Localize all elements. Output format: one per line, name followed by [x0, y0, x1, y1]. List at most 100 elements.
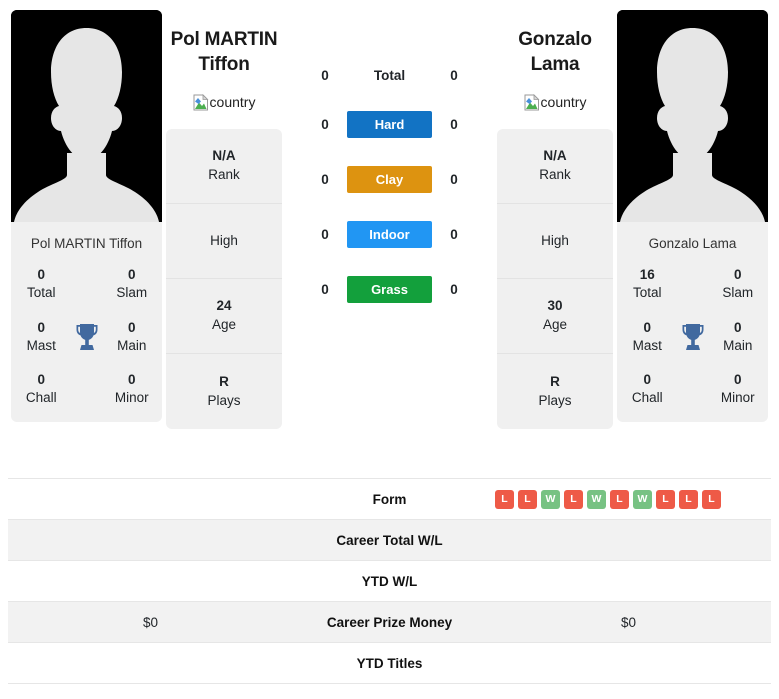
- info-row-high: High: [166, 204, 282, 280]
- country-alt-text: country: [209, 94, 256, 111]
- form-result-badge: L: [495, 489, 514, 509]
- stat-value: 0: [127, 267, 136, 283]
- left-player-photo: [11, 10, 162, 222]
- row-label-ytd-titles: YTD Titles: [293, 642, 486, 684]
- info-label: Rank: [539, 167, 571, 183]
- info-value: 24: [216, 298, 232, 314]
- stat-main: 0 Main: [714, 319, 763, 355]
- info-label: Age: [542, 317, 568, 333]
- ytd-wl-left: [8, 560, 293, 602]
- surface-badge-indoor[interactable]: Indoor: [347, 221, 432, 248]
- country-alt-text: country: [540, 94, 587, 111]
- right-player-stats-grid: 16 Total 0 Slam 0 Mast 0 Main 0 Chall 0 …: [623, 266, 762, 407]
- right-player-name: Gonzalo Lama: [518, 28, 592, 77]
- table-row-ytd-wl: YTD W/L: [8, 560, 771, 602]
- name-line-2: Tiffon: [198, 53, 250, 75]
- stat-label: Mast: [632, 337, 662, 353]
- stat-slam: 0 Slam: [108, 266, 157, 302]
- surface-right-count: 0: [450, 117, 458, 132]
- info-label: Age: [211, 317, 237, 333]
- surface-left-count: 0: [321, 282, 329, 297]
- surface-left-count: 0: [321, 172, 329, 187]
- stat-total: 0 Total: [17, 266, 66, 302]
- form-right-cell: LLWLWLWLLL: [486, 478, 771, 520]
- name-line-2: Lama: [530, 53, 580, 75]
- surface-right-count: 0: [450, 282, 458, 297]
- form-result-badge: W: [587, 489, 606, 509]
- stat-minor: 0 Minor: [714, 371, 763, 407]
- stat-value: 0: [37, 319, 45, 335]
- surface-row-indoor: 0 Indoor 0: [283, 221, 496, 248]
- info-label: High: [541, 232, 569, 248]
- prize-money-right: $0: [486, 601, 771, 643]
- info-value: N/A: [212, 148, 236, 164]
- row-label-prize-money: Career Prize Money: [293, 601, 486, 643]
- info-label: High: [210, 232, 238, 248]
- broken-image-placeholder: country: [193, 93, 256, 111]
- stat-chall: 0 Chall: [623, 371, 672, 407]
- stat-chall: 0 Chall: [17, 371, 66, 407]
- form-left-cell: [8, 478, 293, 520]
- table-row-career-total-wl: Career Total W/L: [8, 519, 771, 561]
- surface-right-count: 0: [450, 68, 458, 83]
- row-label-ytd-wl: YTD W/L: [293, 560, 486, 602]
- left-player-stats-name: Pol MARTIN Tiffon: [30, 236, 143, 251]
- stat-label: Total: [26, 285, 56, 301]
- info-label: Rank: [208, 167, 240, 183]
- stat-minor: 0 Minor: [108, 371, 157, 407]
- broken-image-icon: [193, 93, 209, 111]
- surface-right-count: 0: [450, 227, 458, 242]
- surface-row-hard: 0 Hard 0: [283, 111, 496, 138]
- surface-badge-hard[interactable]: Hard: [347, 111, 432, 138]
- surface-row-grass: 0 Grass 0: [283, 276, 496, 303]
- stat-label: Slam: [722, 285, 754, 301]
- ytd-titles-right: [486, 642, 771, 684]
- right-player-info-column: Gonzalo Lama country N/A Rank High 30 Ag…: [496, 10, 614, 430]
- surface-badge-clay[interactable]: Clay: [347, 166, 432, 193]
- surface-badge-grass[interactable]: Grass: [347, 276, 432, 303]
- stat-value: 0: [733, 372, 742, 388]
- stat-value: 0: [37, 372, 45, 388]
- table-row-ytd-titles: YTD Titles: [8, 642, 771, 684]
- stat-value: 0: [37, 267, 45, 283]
- stat-value: 0: [643, 372, 651, 388]
- stat-label: Chall: [631, 390, 663, 406]
- form-result-badge: L: [656, 489, 675, 509]
- info-value: 30: [547, 298, 563, 314]
- info-row-rank: N/A Rank: [497, 129, 613, 205]
- left-player-stats-grid: 0 Total 0 Slam 0 Mast 0 Main 0 Chall 0 M…: [17, 266, 156, 407]
- info-row-plays: R Plays: [497, 354, 613, 429]
- stat-value: 16: [639, 267, 655, 283]
- trophy-glyph: [682, 323, 703, 350]
- info-value: N/A: [543, 148, 567, 164]
- stat-label: Total: [632, 285, 662, 301]
- broken-image-placeholder: country: [524, 93, 587, 111]
- right-country-flag: country: [524, 91, 587, 113]
- right-player-info-card: N/A Rank High 30 Age R Plays: [497, 129, 613, 430]
- left-player-column: Pol MARTIN Tiffon 0 Total 0 Slam 0 Mast: [8, 10, 165, 422]
- ytd-titles-left: [8, 642, 293, 684]
- stat-label: Slam: [116, 285, 148, 301]
- stat-label: Main: [723, 337, 753, 353]
- stat-label: Chall: [25, 390, 57, 406]
- person-silhouette-icon: [11, 10, 162, 222]
- left-player-name: Pol MARTIN Tiffon: [171, 28, 278, 77]
- trophy-glyph: [76, 323, 97, 350]
- info-row-age: 24 Age: [166, 279, 282, 355]
- person-silhouette-icon: [617, 10, 768, 222]
- form-result-badge: W: [541, 489, 560, 509]
- info-value: R: [550, 373, 560, 389]
- info-row-plays: R Plays: [166, 354, 282, 429]
- right-player-stats-card: Gonzalo Lama 16 Total 0 Slam 0 Mast 0 Ma…: [617, 222, 768, 422]
- info-row-age: 30 Age: [497, 279, 613, 355]
- ytd-wl-right: [486, 560, 771, 602]
- row-label-career-total: Career Total W/L: [293, 519, 486, 561]
- stat-total: 16 Total: [623, 266, 672, 302]
- table-row-career-prize-money: $0 Career Prize Money $0: [8, 601, 771, 643]
- comparison-stats-table: Form LLWLWLWLLL Career Total W/L YTD W/L…: [8, 478, 771, 684]
- surface-left-count: 0: [321, 68, 329, 83]
- info-row-rank: N/A Rank: [166, 129, 282, 205]
- info-label: Plays: [207, 392, 241, 408]
- player-comparison-page: Pol MARTIN Tiffon 0 Total 0 Slam 0 Mast: [0, 0, 779, 699]
- prize-money-left: $0: [8, 601, 293, 643]
